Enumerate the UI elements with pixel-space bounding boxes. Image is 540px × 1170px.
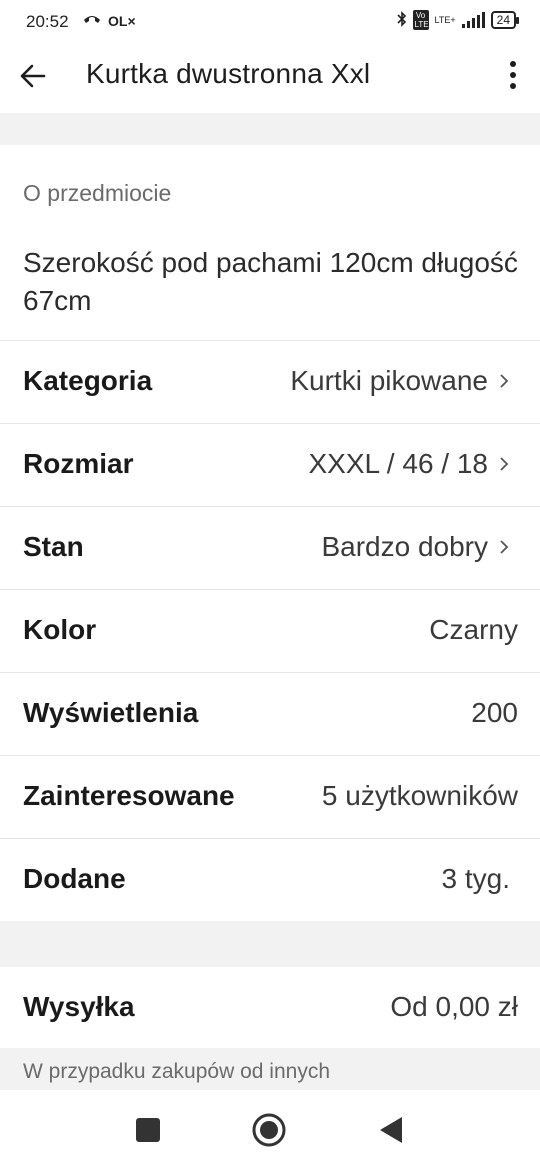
size-value: XXXL / 46 / 18 xyxy=(308,448,488,479)
section-divider xyxy=(0,921,540,967)
row-label: Rozmiar xyxy=(23,448,134,479)
detail-row-size[interactable]: Rozmiar XXXL / 46 / 18 xyxy=(0,423,540,506)
row-value: Kurtki pikowane xyxy=(290,365,510,397)
condition-value: Bardzo dobry xyxy=(321,531,488,562)
status-bar: 20:52 OL× Vo LTE LTE+ 24 xyxy=(0,0,540,44)
row-label: Stan xyxy=(23,531,84,562)
interested-value: 5 użytkowników xyxy=(321,780,518,811)
detail-row-condition[interactable]: Stan Bardzo dobry xyxy=(0,506,540,589)
square-icon[interactable] xyxy=(134,1110,162,1155)
shipping-label: Wysyłka xyxy=(23,991,135,1022)
row-label: Kolor xyxy=(23,614,97,645)
row-value: Bardzo dobry xyxy=(321,531,510,563)
row-label: Zainteresowane xyxy=(23,780,235,811)
status-right: Vo LTE LTE+ 24 xyxy=(396,10,520,30)
detail-row-color: Kolor Czarny xyxy=(0,589,540,672)
row-label: Kategoria xyxy=(23,365,153,396)
circle-icon[interactable] xyxy=(251,1110,287,1155)
detail-row-interested: Zainteresowane 5 użytkowników xyxy=(0,755,540,838)
detail-row-added: Dodane 3 tyg. xyxy=(0,838,540,921)
bluetooth-icon xyxy=(396,10,407,30)
chevron-right-icon xyxy=(500,457,509,471)
app-bar: Kurtka dwustronna Xxl xyxy=(0,44,540,112)
page-title: Kurtka dwustronna Xxl xyxy=(86,58,371,89)
olx-icon: OL× xyxy=(108,13,136,29)
row-label: Wyświetlenia xyxy=(23,697,199,728)
back-arrow-icon[interactable] xyxy=(18,58,50,94)
footer-note: W przypadku zakupów od innych xyxy=(23,1060,330,1083)
detail-row-category[interactable]: Kategoria Kurtki pikowane xyxy=(0,340,540,423)
views-value: 200 xyxy=(471,697,518,728)
about-description: Szerokość pod pachami 120cm długość 67cm xyxy=(23,247,518,316)
category-value: Kurtki pikowane xyxy=(290,365,488,396)
more-vertical-icon[interactable] xyxy=(506,58,520,94)
detail-row-views: Wyświetlenia 200 xyxy=(0,672,540,755)
call-icon xyxy=(82,12,102,30)
signal-icon xyxy=(461,12,485,28)
added-value: 3 tyg. xyxy=(441,863,510,894)
section-divider xyxy=(0,113,540,145)
network-type: LTE+ xyxy=(434,15,456,25)
row-value: XXXL / 46 / 18 xyxy=(308,448,510,480)
about-label: O przedmiocie xyxy=(23,180,172,206)
notification-icons: OL× xyxy=(82,12,136,30)
volte-icon: Vo LTE xyxy=(412,10,429,30)
system-nav-bar xyxy=(0,1090,540,1170)
triangle-back-icon[interactable] xyxy=(376,1110,406,1155)
row-label: Dodane xyxy=(23,863,126,894)
chevron-right-icon xyxy=(500,540,509,554)
shipping-row[interactable]: Wysyłka Od 0,00 zł xyxy=(0,967,540,1050)
battery-icon: 24 xyxy=(490,11,520,29)
shipping-value: Od 0,00 zł xyxy=(390,991,518,1022)
status-time: 20:52 xyxy=(26,12,69,31)
color-value: Czarny xyxy=(429,614,518,645)
chevron-right-icon xyxy=(500,374,509,388)
